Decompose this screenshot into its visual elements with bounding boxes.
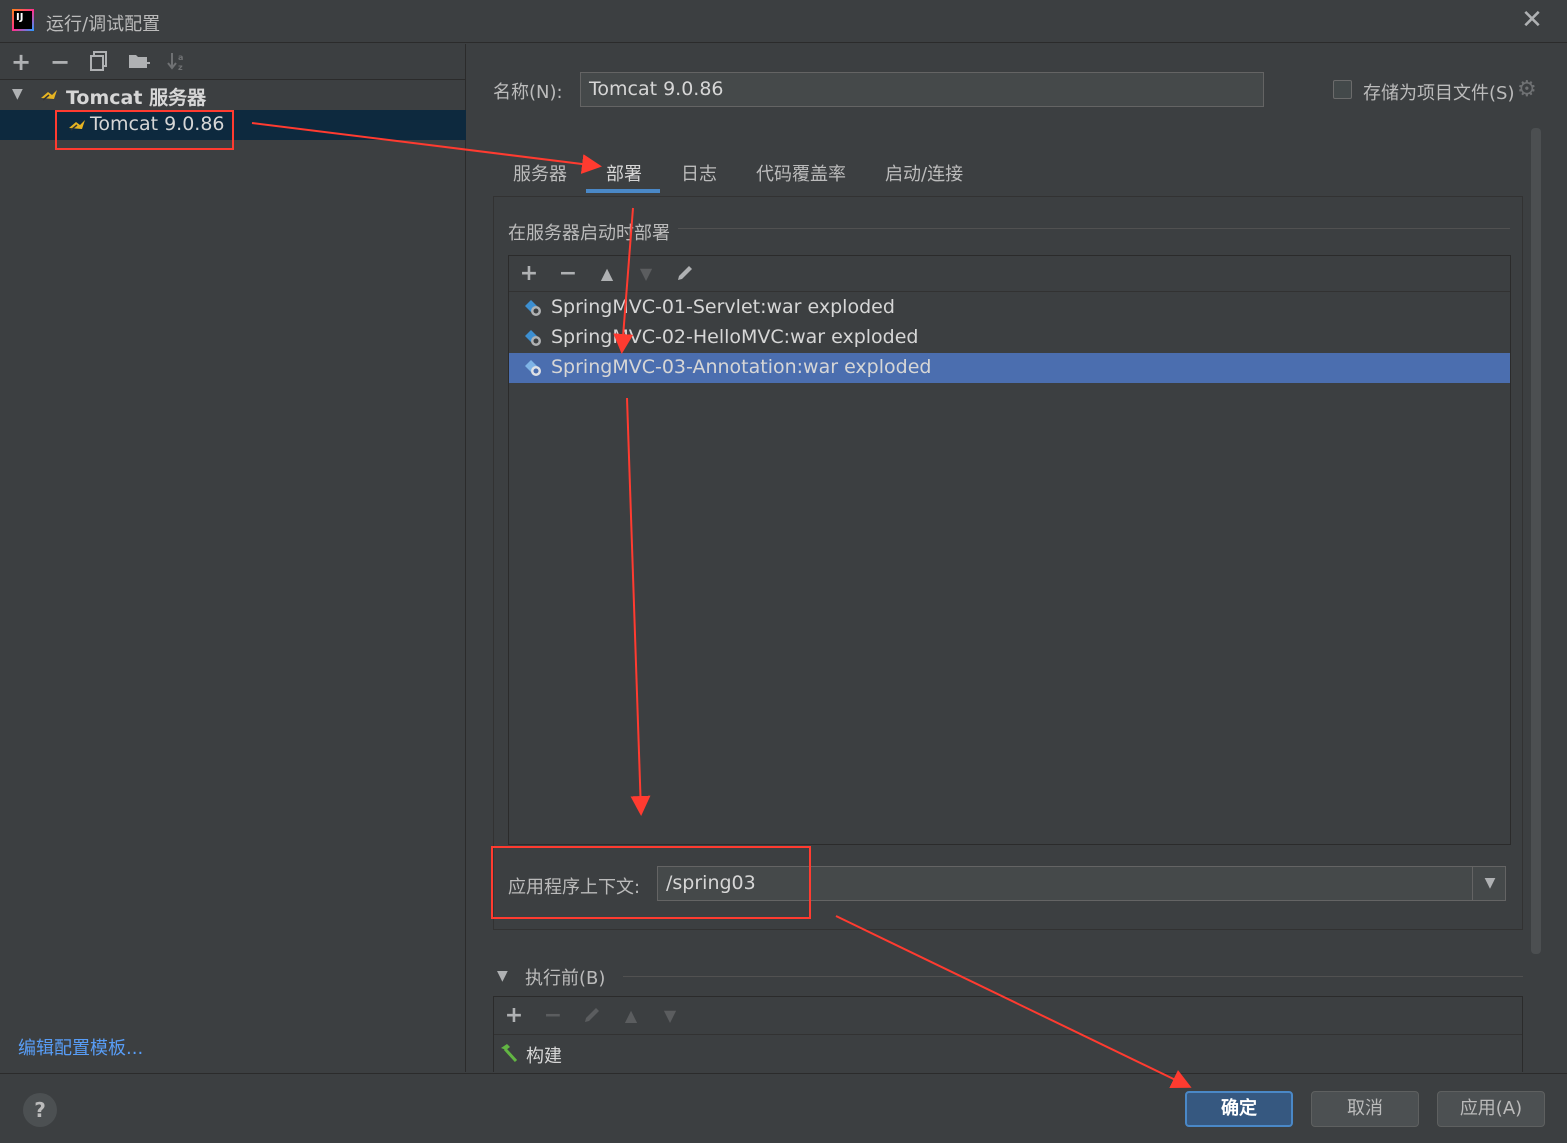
edit-templates-link[interactable]: 编辑配置模板... (18, 1034, 143, 1060)
close-icon[interactable]: ✕ (1518, 6, 1546, 34)
artifact-row-selected[interactable]: SpringMVC-03-Annotation:war exploded (509, 353, 1510, 383)
remove-task-icon[interactable]: − (541, 1004, 565, 1028)
task-row-build[interactable]: 构建 (494, 1036, 1522, 1072)
gear-icon[interactable]: ⚙ (1517, 77, 1537, 102)
deploy-section-title: 在服务器启动时部署 (508, 219, 678, 245)
active-tab-indicator (586, 189, 660, 193)
window-title: 运行/调试配置 (46, 14, 161, 35)
section-divider (623, 976, 1523, 977)
tree-item-label: Tomcat 9.0.86 (90, 113, 225, 135)
intellij-app-icon: IJ (12, 9, 34, 31)
before-launch-label[interactable]: 执行前(B) (525, 964, 605, 990)
vertical-scrollbar[interactable] (1531, 128, 1541, 954)
hammer-icon (501, 1044, 518, 1063)
add-artifact-icon[interactable]: + (517, 262, 541, 286)
chevron-down-icon[interactable]: ▼ (1478, 871, 1502, 895)
title-bar: IJ 运行/调试配置 ✕ (0, 0, 1567, 43)
tree-item-tomcat-9[interactable]: Tomcat 9.0.86 (0, 110, 466, 140)
tree-toolbar: + − az (0, 44, 466, 80)
add-configuration-icon[interactable]: + (9, 50, 33, 74)
artifact-row[interactable]: SpringMVC-02-HelloMVC:war exploded (509, 323, 1510, 353)
remove-configuration-icon[interactable]: − (48, 50, 72, 74)
tab-code-coverage[interactable]: 代码覆盖率 (756, 160, 846, 186)
artifact-toolbar: + − ▲ ▼ (509, 256, 1510, 292)
store-as-project-file-label: 存储为项目文件(S) (1363, 83, 1515, 104)
move-down-icon[interactable]: ▼ (634, 262, 658, 286)
artifact-label: SpringMVC-01-Servlet:war exploded (551, 296, 895, 318)
new-folder-icon[interactable] (127, 50, 151, 74)
war-exploded-icon (525, 330, 541, 346)
artifact-label: SpringMVC-03-Annotation:war exploded (551, 356, 932, 378)
svg-text:a: a (178, 53, 183, 62)
deployment-panel: 在服务器启动时部署 + − ▲ ▼ SpringMVC-01-Servlet:w… (493, 196, 1523, 930)
move-up-icon[interactable]: ▲ (619, 1004, 643, 1028)
ok-button[interactable]: 确定 (1185, 1091, 1293, 1127)
help-icon[interactable]: ? (23, 1093, 57, 1127)
tab-logs[interactable]: 日志 (681, 160, 717, 186)
name-label: 名称(N): (493, 82, 563, 103)
application-context-combobox[interactable]: /spring03 ▼ (657, 866, 1506, 901)
artifact-row[interactable]: SpringMVC-01-Servlet:war exploded (509, 293, 1510, 323)
sort-icon[interactable]: az (165, 50, 189, 74)
name-field[interactable]: Tomcat 9.0.86 (580, 72, 1264, 107)
tab-deployment[interactable]: 部署 (606, 160, 642, 186)
move-up-icon[interactable]: ▲ (595, 262, 619, 286)
chevron-down-icon[interactable]: ▼ (12, 86, 23, 102)
before-launch-toolbar: + − ▲ ▼ (494, 997, 1522, 1035)
tree-group-tomcat[interactable]: ▼ Tomcat 服务器 (0, 80, 466, 110)
dialog-button-bar: ? 确定 取消 应用(A) (0, 1073, 1567, 1143)
application-context-label: 应用程序上下文: (508, 877, 641, 898)
application-context-value[interactable]: /spring03 (666, 872, 756, 894)
artifact-list: + − ▲ ▼ SpringMVC-01-Servlet:war explode… (508, 255, 1511, 845)
tab-startup-connection[interactable]: 启动/连接 (885, 160, 963, 186)
tab-server[interactable]: 服务器 (513, 160, 567, 186)
add-task-icon[interactable]: + (502, 1004, 526, 1028)
combo-divider (1472, 867, 1473, 900)
copy-icon[interactable] (87, 50, 111, 74)
section-divider (678, 228, 1510, 229)
svg-text:z: z (178, 63, 183, 72)
war-exploded-icon (525, 360, 541, 376)
tree-group-label: Tomcat 服务器 (66, 87, 207, 109)
configuration-tree-panel: + − az ▼ Tomcat 服务器 Tomcat 9.0.86 编辑配置模板… (0, 44, 466, 1072)
apply-button[interactable]: 应用(A) (1437, 1091, 1545, 1127)
configuration-editor-panel: 名称(N): Tomcat 9.0.86 存储为项目文件(S) ⚙ 服务器 部署… (467, 44, 1567, 1072)
cancel-button[interactable]: 取消 (1311, 1091, 1419, 1127)
artifact-label: SpringMVC-02-HelloMVC:war exploded (551, 326, 919, 348)
war-exploded-icon (525, 300, 541, 316)
edit-pencil-icon[interactable] (673, 262, 697, 286)
collapse-triangle-icon[interactable]: ▼ (497, 968, 508, 984)
store-as-project-file-checkbox[interactable] (1333, 80, 1352, 99)
before-launch-list: + − ▲ ▼ 构建 (493, 996, 1523, 1072)
move-down-icon[interactable]: ▼ (658, 1004, 682, 1028)
task-label: 构建 (526, 1046, 562, 1067)
edit-pencil-icon[interactable] (580, 1004, 604, 1028)
remove-artifact-icon[interactable]: − (556, 262, 580, 286)
tomcat-icon (41, 90, 57, 101)
tomcat-icon (69, 120, 85, 131)
